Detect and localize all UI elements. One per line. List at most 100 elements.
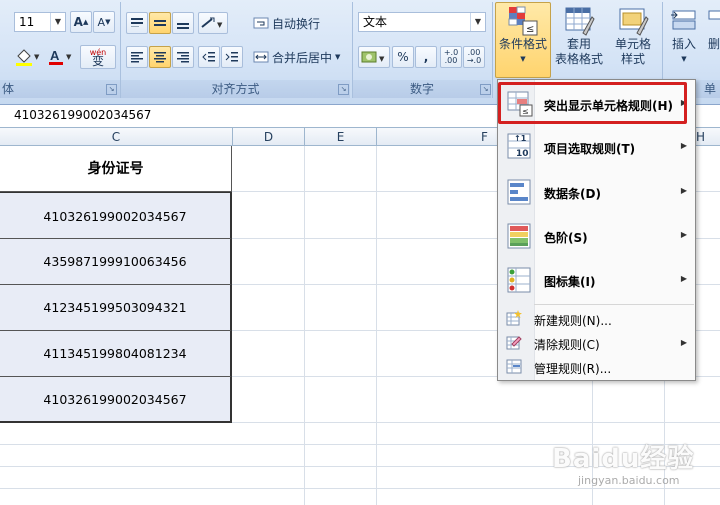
merge-cells-icon bbox=[253, 51, 269, 63]
clear-rules-icon bbox=[506, 336, 522, 350]
column-header-d[interactable]: D bbox=[233, 128, 305, 146]
conditional-format-icon: ≤ bbox=[508, 6, 538, 36]
menu-item-color-scales[interactable]: 色阶(S) ▶ bbox=[500, 217, 693, 257]
svg-text:≤: ≤ bbox=[526, 24, 534, 35]
svg-text:A: A bbox=[50, 48, 60, 63]
table-row[interactable]: 435987199910063456 bbox=[0, 239, 232, 285]
cell-styles-label-1: 单元格 bbox=[614, 37, 651, 51]
table-row[interactable]: 410326199002034567 bbox=[0, 192, 232, 239]
insert-cells-button[interactable]: 插入 ▼ bbox=[666, 2, 702, 78]
table-format-icon bbox=[565, 7, 595, 36]
align-middle-button[interactable] bbox=[149, 12, 171, 34]
align-top-button[interactable] bbox=[126, 12, 148, 34]
increase-indent-icon bbox=[225, 52, 238, 62]
menu-item-data-bars[interactable]: 数据条(D) ▶ bbox=[500, 173, 693, 213]
font-size-value: 11 bbox=[19, 15, 35, 29]
orientation-button[interactable]: ▼ bbox=[198, 12, 228, 34]
number-dialog-launcher[interactable]: ↘ bbox=[480, 84, 491, 95]
table-row[interactable]: 412345199503094321 bbox=[0, 285, 232, 331]
menu-item-label: 管理规则(R)... bbox=[534, 362, 612, 376]
wrap-text-label: 自动换行 bbox=[272, 16, 321, 31]
align-top-icon bbox=[131, 18, 143, 27]
menu-item-label: 数据条(D) bbox=[544, 187, 601, 201]
align-center-button[interactable] bbox=[149, 46, 171, 68]
percent-label: % bbox=[397, 50, 409, 64]
number-group-label: 数字 bbox=[353, 80, 491, 98]
text-orientation-icon: ▼ bbox=[201, 17, 223, 29]
chevron-down-icon: ▼ bbox=[50, 13, 65, 31]
svg-text:▼: ▼ bbox=[34, 53, 40, 61]
merge-center-button[interactable]: 合并后居中 ▼ bbox=[252, 46, 348, 68]
align-bottom-icon bbox=[177, 23, 189, 29]
svg-text:↑1: ↑1 bbox=[514, 134, 527, 143]
grow-font-button[interactable]: A ▲ bbox=[70, 11, 92, 33]
conditional-format-button[interactable]: ≤ 条件格式 ▼ bbox=[495, 2, 551, 78]
chevron-down-icon: ▼ bbox=[520, 55, 526, 63]
manage-rules-icon bbox=[506, 359, 522, 374]
decrease-decimal-button[interactable]: .00 →.0 bbox=[463, 46, 485, 68]
insert-cells-icon bbox=[671, 10, 696, 30]
delete-cells-icon bbox=[708, 10, 720, 20]
watermark-url: jingyan.baidu.com bbox=[578, 474, 680, 487]
menu-item-clear-rules[interactable]: 清除规则(C) ▶ bbox=[500, 332, 693, 354]
data-bars-icon bbox=[507, 179, 531, 205]
shrink-font-button[interactable]: A ▼ bbox=[93, 11, 115, 33]
gridline bbox=[0, 488, 720, 489]
increase-indent-button[interactable] bbox=[221, 46, 243, 68]
color-scales-icon bbox=[507, 223, 531, 249]
align-left-button[interactable] bbox=[126, 46, 148, 68]
delete-cells-button[interactable]: 删 bbox=[704, 2, 720, 78]
svg-text:10: 10 bbox=[516, 149, 529, 159]
column-header-c[interactable]: C bbox=[0, 128, 233, 146]
menu-item-label: 图标集(I) bbox=[544, 275, 596, 289]
chevron-right-icon: ▶ bbox=[680, 230, 687, 239]
menu-item-manage-rules[interactable]: 管理规则(R)... bbox=[500, 356, 693, 378]
table-row[interactable]: 410326199002034567 bbox=[0, 377, 232, 423]
alignment-dialog-launcher[interactable]: ↘ bbox=[338, 84, 349, 95]
svg-text:▼: ▼ bbox=[217, 21, 223, 29]
align-right-button[interactable] bbox=[172, 46, 194, 68]
delete-cells-label: 删 bbox=[707, 37, 720, 51]
watermark-logo: Baidu经验 bbox=[552, 444, 695, 474]
icon-sets-icon bbox=[507, 267, 531, 293]
new-rule-icon bbox=[506, 310, 522, 326]
comma-label: , bbox=[423, 50, 429, 64]
phonetic-button[interactable]: wén 变 bbox=[80, 45, 116, 69]
menu-item-top-bottom-rules[interactable]: ↑1 10 项目选取规则(T) ▶ bbox=[500, 128, 693, 168]
id-header-cell[interactable]: 身份证号 bbox=[0, 146, 232, 192]
format-as-table-label-2: 表格格式 bbox=[554, 52, 603, 66]
wrap-text-button[interactable]: 自动换行 bbox=[252, 12, 332, 34]
wrap-text-icon bbox=[253, 17, 269, 29]
menu-item-icon-sets[interactable]: 图标集(I) ▶ bbox=[500, 261, 693, 301]
format-as-table-button[interactable]: 套用 表格格式 bbox=[553, 2, 605, 78]
merge-center-label: 合并后居中 bbox=[272, 50, 333, 65]
menu-item-new-rule[interactable]: 新建规则(N)... bbox=[500, 308, 693, 330]
decrease-indent-button[interactable] bbox=[198, 46, 220, 68]
top-bottom-rules-icon: ↑1 10 bbox=[507, 133, 531, 159]
align-bottom-button[interactable] bbox=[172, 12, 194, 34]
comma-style-button[interactable]: , bbox=[415, 46, 437, 68]
accounting-format-button[interactable]: ▼ bbox=[358, 46, 390, 68]
alignment-group-label: 对齐方式 bbox=[121, 80, 350, 98]
number-format-value: 文本 bbox=[363, 15, 388, 29]
font-color-button[interactable]: A ▼ bbox=[46, 46, 76, 68]
fill-color-button[interactable]: ▼ bbox=[10, 46, 44, 68]
gridline bbox=[304, 146, 305, 505]
font-dialog-launcher[interactable]: ↘ bbox=[106, 84, 117, 95]
group-separator bbox=[492, 2, 493, 98]
font-group-label: 体 bbox=[0, 80, 120, 98]
conditional-format-menu: ≤ 突出显示单元格规则(H) ▶ ↑1 10 项目选取规则(T) ▶ 数据条(D… bbox=[497, 79, 696, 381]
table-row[interactable]: 411345199804081234 bbox=[0, 331, 232, 377]
percent-style-button[interactable]: % bbox=[392, 46, 414, 68]
chevron-right-icon: ▶ bbox=[680, 186, 687, 195]
menu-item-label: 新建规则(N)... bbox=[534, 314, 612, 328]
font-size-combo[interactable]: 11 ▼ bbox=[14, 12, 66, 32]
column-header-e[interactable]: E bbox=[305, 128, 377, 146]
currency-icon: ▼ bbox=[361, 51, 385, 63]
cell-styles-button[interactable]: 单元格 样式 bbox=[607, 2, 659, 78]
menu-item-label: 项目选取规则(T) bbox=[544, 142, 636, 156]
formula-bar-value: 410326199002034567 bbox=[14, 108, 152, 122]
menu-separator bbox=[534, 304, 694, 305]
number-format-combo[interactable]: 文本 ▼ bbox=[358, 12, 486, 32]
increase-decimal-button[interactable]: +.0 .00 bbox=[440, 46, 462, 68]
